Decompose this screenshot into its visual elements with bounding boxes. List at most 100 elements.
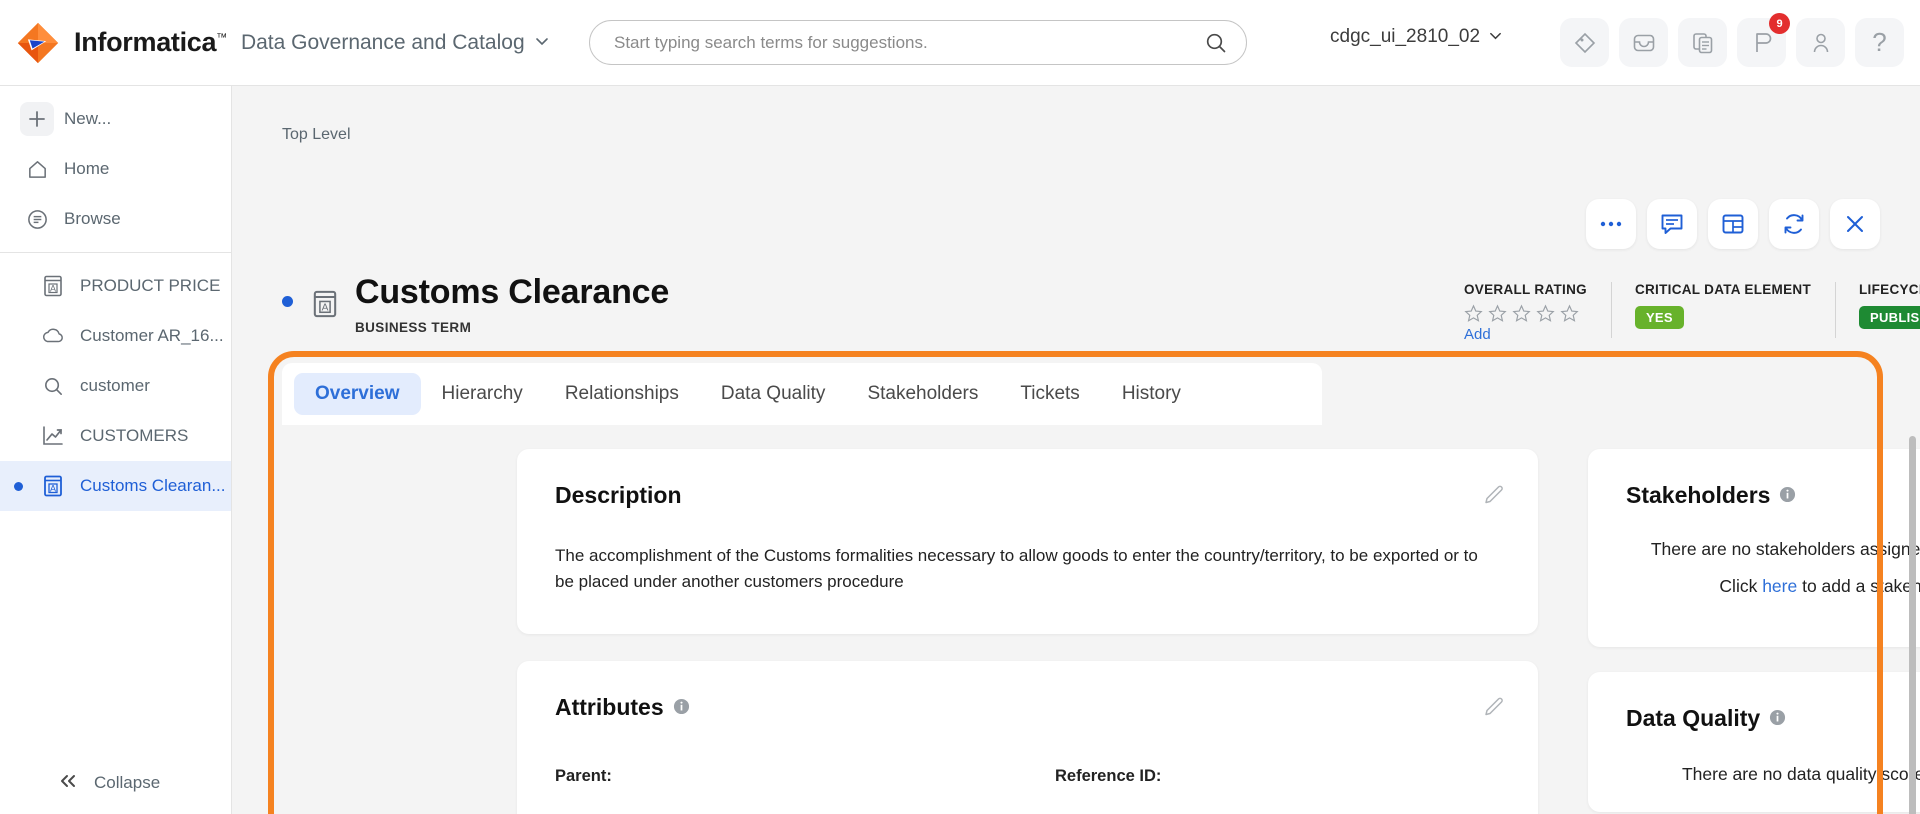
meta-lifecycle: LIFECYCLE PUBLISHED — [1835, 282, 1920, 338]
informatica-logo-icon — [17, 22, 59, 63]
search-icon — [36, 375, 70, 398]
sidebar-item-label: New... — [64, 109, 112, 128]
chart-icon — [36, 425, 70, 447]
data-quality-empty-state: There are no data quality scores to show… — [1588, 756, 1920, 793]
comment-icon — [1661, 214, 1683, 234]
inbox-icon-button[interactable] — [1619, 18, 1668, 67]
asset-meta-strip: OVERALL RATING Add CRITICAL DATA ELEMENT… — [1440, 282, 1920, 343]
meta-label: CRITICAL DATA ELEMENT — [1634, 282, 1811, 297]
asset-status-dot — [282, 296, 293, 307]
star-icon[interactable] — [1512, 304, 1531, 323]
sidebar-item-customer-ar[interactable]: Customer AR_16... — [0, 311, 231, 361]
active-indicator-dot — [14, 481, 23, 491]
flag-icon — [1755, 32, 1771, 52]
meta-overall-rating: OVERALL RATING Add — [1440, 282, 1611, 343]
copy-icon — [1692, 32, 1712, 53]
home-icon — [20, 158, 54, 181]
business-term-icon: A — [36, 274, 70, 298]
sidebar-item-label: Customer AR_16... — [80, 326, 224, 345]
close-button[interactable] — [1830, 199, 1880, 249]
more-options-button[interactable] — [1586, 199, 1636, 249]
edit-attributes-button[interactable] — [1482, 695, 1506, 724]
app-name[interactable]: Data Governance and Catalog — [241, 31, 525, 55]
comments-button[interactable] — [1647, 199, 1697, 249]
pencil-icon — [1485, 485, 1503, 504]
breadcrumb[interactable]: Top Level — [282, 126, 351, 144]
plus-icon — [20, 102, 54, 136]
empty-suffix: to add a stakeholder. — [1802, 575, 1920, 596]
global-search[interactable] — [589, 20, 1247, 65]
sidebar-collapse-button[interactable]: Collapse — [0, 752, 232, 814]
card-title: Data Quality — [1626, 705, 1786, 732]
sidebar-item-customer[interactable]: customer — [0, 361, 231, 411]
person-icon — [1813, 33, 1828, 52]
search-input[interactable] — [590, 32, 1204, 53]
meta-label: OVERALL RATING — [1464, 282, 1587, 297]
description-title-text: Description — [555, 482, 682, 508]
rating-stars[interactable] — [1464, 304, 1587, 323]
star-icon[interactable] — [1488, 304, 1507, 323]
edit-description-button[interactable] — [1482, 483, 1506, 512]
star-icon[interactable] — [1536, 304, 1555, 323]
content-scrollbar[interactable] — [1909, 436, 1916, 814]
tab-stakeholders[interactable]: Stakeholders — [846, 373, 999, 415]
double-chevron-left-icon — [58, 773, 80, 794]
sidebar-item-home[interactable]: Home — [0, 144, 231, 194]
flag-icon-button[interactable]: 9 — [1737, 13, 1790, 67]
add-stakeholder-link[interactable]: here — [1762, 576, 1797, 596]
brand-logo-area[interactable]: Informatica™ Data Governance and Catalog — [16, 21, 550, 65]
tab-relationships[interactable]: Relationships — [544, 373, 700, 415]
data-quality-card: Data Quality There are no data quality s… — [1588, 672, 1920, 812]
business-term-icon: A — [36, 474, 70, 498]
info-icon[interactable] — [1769, 705, 1786, 732]
tab-history[interactable]: History — [1101, 373, 1202, 415]
info-icon[interactable] — [673, 694, 690, 721]
tab-hierarchy[interactable]: Hierarchy — [421, 373, 544, 415]
tab-tickets[interactable]: Tickets — [999, 373, 1100, 415]
close-icon — [1847, 216, 1863, 232]
description-text: The accomplishment of the Customs formal… — [555, 546, 1478, 592]
layout-button[interactable] — [1708, 199, 1758, 249]
page-title: Customs Clearance — [355, 273, 670, 311]
add-rating-link[interactable]: Add — [1464, 326, 1587, 343]
chevron-down-icon[interactable] — [534, 33, 550, 53]
help-icon-button[interactable]: ? — [1855, 18, 1904, 67]
tab-data-quality[interactable]: Data Quality — [700, 373, 847, 415]
attribute-key: Reference ID: — [1055, 767, 1162, 785]
top-header: Informatica™ Data Governance and Catalog… — [0, 0, 1920, 86]
tag-icon-button[interactable] — [1560, 18, 1609, 67]
sidebar-item-browse[interactable]: Browse — [0, 194, 231, 244]
sidebar-item-customs-clearance[interactable]: A Customs Clearan... — [0, 461, 231, 511]
brand-name: Informatica™ — [74, 27, 227, 58]
sidebar-item-new[interactable]: New... — [0, 94, 231, 144]
pencil-icon — [1485, 697, 1503, 716]
svg-text:A: A — [322, 302, 329, 313]
help-icon: ? — [1872, 27, 1887, 57]
sidebar-item-customers[interactable]: CUSTOMERS — [0, 411, 231, 461]
info-icon[interactable] — [1779, 482, 1796, 509]
tab-bar: Overview Hierarchy Relationships Data Qu… — [282, 363, 1322, 425]
stakeholders-title-text: Stakeholders — [1626, 482, 1771, 508]
asset-type-label: BUSINESS TERM — [355, 320, 472, 336]
person-icon-button[interactable] — [1796, 18, 1845, 67]
stakeholders-empty-line: There are no stakeholders assigned to th… — [1650, 539, 1920, 559]
sidebar-item-product-price[interactable]: A PRODUCT PRICE — [0, 261, 231, 311]
attributes-title-text: Attributes — [555, 694, 664, 720]
sidebar-item-label: customer — [80, 376, 150, 395]
attribute-key: Parent: — [555, 767, 612, 785]
tag-icon — [1574, 32, 1595, 53]
meta-critical-data-element: CRITICAL DATA ELEMENT YES — [1610, 282, 1835, 338]
org-selector[interactable]: cdgc_ui_2810_02 — [1330, 26, 1503, 48]
description-card: Description The accomplishment of the Cu… — [517, 449, 1538, 634]
header-icon-bar: 9 ? — [1560, 13, 1904, 67]
sidebar: New... Home Browse A PRODUCT PRICE Custo… — [0, 86, 232, 814]
star-icon[interactable] — [1464, 304, 1483, 323]
brand-name-text: Informatica — [74, 27, 217, 57]
search-icon[interactable] — [1204, 31, 1228, 55]
refresh-button[interactable] — [1769, 199, 1819, 249]
chevron-down-icon — [1488, 28, 1503, 46]
tab-overview[interactable]: Overview — [294, 373, 421, 415]
copy-icon-button[interactable] — [1678, 18, 1727, 67]
star-icon[interactable] — [1560, 304, 1579, 323]
stakeholders-empty-state: There are no stakeholders assigned to th… — [1588, 531, 1920, 605]
